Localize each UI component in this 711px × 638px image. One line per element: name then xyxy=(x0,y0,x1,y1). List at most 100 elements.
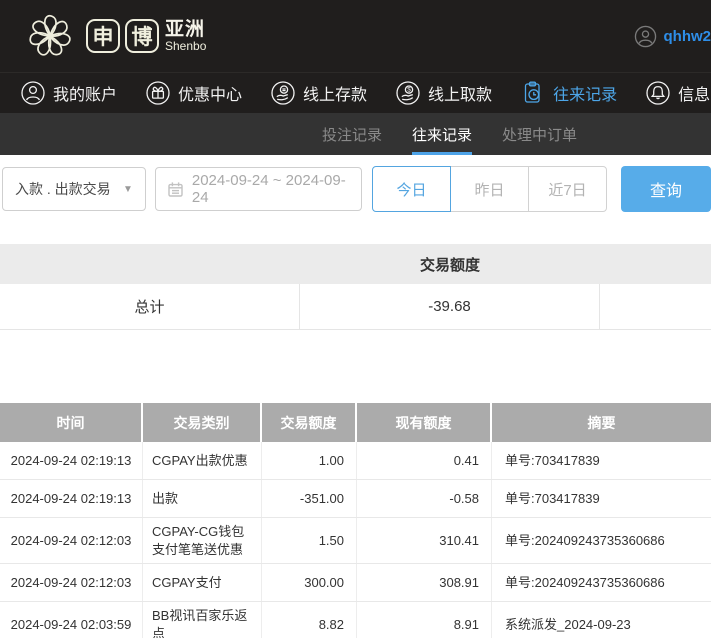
nav-item-transaction-records[interactable]: 往来记录 xyxy=(520,80,617,106)
cell-category: CGPAY-CG钱包支付笔笔送优惠 xyxy=(143,518,262,563)
user-icon xyxy=(20,80,46,106)
col-header-time: 时间 xyxy=(0,403,143,442)
tab-label: 投注记录 xyxy=(322,124,382,145)
withdraw-icon: $ xyxy=(395,80,421,106)
cell-category: 出款 xyxy=(143,480,262,517)
user-account[interactable]: qhhw2 xyxy=(634,25,711,48)
svg-text:$: $ xyxy=(407,87,411,94)
nav-label: 线上存款 xyxy=(303,81,367,105)
nav-label: 线上取款 xyxy=(428,81,492,105)
cell-summary: 系统派发_2024-09-23 xyxy=(492,602,711,638)
tab-betting-records[interactable]: 投注记录 xyxy=(322,113,382,155)
logo-subtitle: Shenbo xyxy=(165,40,206,53)
button-label: 昨日 xyxy=(474,179,504,200)
table-row: 2024-09-24 02:03:59 BB视讯百家乐返点 8.82 8.91 … xyxy=(0,602,711,638)
col-header-summary: 摘要 xyxy=(492,403,711,442)
button-label: 今日 xyxy=(396,179,426,200)
tab-pending-orders[interactable]: 处理中订单 xyxy=(502,113,577,155)
chevron-down-icon: ▼ xyxy=(123,184,133,195)
cell-category: CGPAY出款优惠 xyxy=(143,442,262,479)
table-row: 2024-09-24 02:12:03 CGPAY支付 300.00 308.9… xyxy=(0,564,711,602)
cell-balance: 0.41 xyxy=(357,442,492,479)
table-row: 2024-09-24 02:19:13 出款 -351.00 -0.58 单号:… xyxy=(0,480,711,518)
deposit-icon xyxy=(270,80,296,106)
dropdown-value: 入款 . 出款交易 xyxy=(15,179,111,199)
records-icon xyxy=(520,80,546,106)
cell-time: 2024-09-24 02:19:13 xyxy=(0,480,143,517)
nav-item-my-account[interactable]: 我的账户 xyxy=(20,80,117,106)
summary-total-row: 总计 -39.68 xyxy=(0,284,711,330)
quick-date-button-group: 今日 昨日 近7日 xyxy=(372,166,607,212)
nav-label: 信息 xyxy=(678,81,710,105)
nav-item-deposit[interactable]: 线上存款 xyxy=(270,80,367,106)
sub-nav: 投注记录 往来记录 处理中订单 xyxy=(0,113,711,155)
cell-amount: -351.00 xyxy=(262,480,357,517)
cell-amount: 1.50 xyxy=(262,518,357,563)
table-row: 2024-09-24 02:19:13 CGPAY出款优惠 1.00 0.41 … xyxy=(0,442,711,480)
main-nav: 我的账户 优惠中心 线上存款 $ xyxy=(0,72,711,113)
summary-header-label: 交易额度 xyxy=(300,254,600,275)
page: 申 博 亚洲 Shenbo qhhw2 我的账户 xyxy=(0,0,711,638)
nav-label: 优惠中心 xyxy=(178,81,242,105)
last7days-button[interactable]: 近7日 xyxy=(528,166,607,212)
date-range-value: 2024-09-24 ~ 2024-09-24 xyxy=(192,172,350,206)
tab-transaction-records[interactable]: 往来记录 xyxy=(412,113,472,155)
nav-item-promotions[interactable]: 优惠中心 xyxy=(145,80,242,106)
cell-summary: 单号:202409243735360686 xyxy=(492,518,711,563)
summary-header-row: 交易额度 xyxy=(0,244,711,284)
summary-table: 交易额度 总计 -39.68 xyxy=(0,244,711,330)
user-avatar-icon xyxy=(634,25,657,48)
summary-total-value: -39.68 xyxy=(300,284,600,329)
logo-characters: 申 博 xyxy=(86,19,159,53)
logo-char-1: 申 xyxy=(86,19,120,53)
search-button[interactable]: 查询 xyxy=(621,166,711,212)
cell-amount: 1.00 xyxy=(262,442,357,479)
cell-amount: 8.82 xyxy=(262,602,357,638)
bell-icon xyxy=(645,80,671,106)
summary-row-label: 总计 xyxy=(0,284,300,329)
logo-char-2: 博 xyxy=(125,19,159,53)
nav-item-messages[interactable]: 信息 xyxy=(645,80,710,106)
summary-empty-cell xyxy=(600,284,711,329)
cell-time: 2024-09-24 02:12:03 xyxy=(0,518,143,563)
cell-balance: 8.91 xyxy=(357,602,492,638)
brand-logo[interactable]: 申 博 亚洲 Shenbo xyxy=(0,10,206,62)
cell-balance: 308.91 xyxy=(357,564,492,601)
filter-bar: 入款 . 出款交易 ▼ 2024-09-24 ~ 2024-09-24 今日 昨… xyxy=(0,155,711,223)
transactions-table: 时间 交易类别 交易额度 现有额度 摘要 2024-09-24 02:19:13… xyxy=(0,403,711,638)
top-header: 申 博 亚洲 Shenbo qhhw2 xyxy=(0,0,711,72)
gift-icon xyxy=(145,80,171,106)
logo-region: 亚洲 xyxy=(165,20,206,40)
cell-summary: 单号:202409243735360686 xyxy=(492,564,711,601)
cell-time: 2024-09-24 02:19:13 xyxy=(0,442,143,479)
nav-label: 往来记录 xyxy=(553,81,617,105)
cell-summary: 单号:703417839 xyxy=(492,480,711,517)
table-header-row: 时间 交易类别 交易额度 现有额度 摘要 xyxy=(0,403,711,442)
logo-text: 亚洲 Shenbo xyxy=(165,20,206,53)
button-label: 近7日 xyxy=(548,179,586,200)
username[interactable]: qhhw2 xyxy=(664,28,711,45)
nav-label: 我的账户 xyxy=(53,81,117,105)
transaction-type-dropdown[interactable]: 入款 . 出款交易 ▼ xyxy=(2,167,146,211)
col-header-category: 交易类别 xyxy=(143,403,262,442)
cell-balance: -0.58 xyxy=(357,480,492,517)
flower-logo-icon xyxy=(24,10,76,62)
yesterday-button[interactable]: 昨日 xyxy=(450,166,529,212)
tab-label: 往来记录 xyxy=(412,124,472,145)
cell-time: 2024-09-24 02:12:03 xyxy=(0,564,143,601)
nav-item-withdraw[interactable]: $ 线上取款 xyxy=(395,80,492,106)
col-header-amount: 交易额度 xyxy=(262,403,357,442)
tab-label: 处理中订单 xyxy=(502,124,577,145)
col-header-balance: 现有额度 xyxy=(357,403,492,442)
search-button-label: 查询 xyxy=(650,177,682,201)
cell-time: 2024-09-24 02:03:59 xyxy=(0,602,143,638)
date-range-input[interactable]: 2024-09-24 ~ 2024-09-24 xyxy=(155,167,362,211)
today-button[interactable]: 今日 xyxy=(372,166,451,212)
cell-amount: 300.00 xyxy=(262,564,357,601)
cell-category: BB视讯百家乐返点 xyxy=(143,602,262,638)
table-row: 2024-09-24 02:12:03 CGPAY-CG钱包支付笔笔送优惠 1.… xyxy=(0,518,711,564)
cell-summary: 单号:703417839 xyxy=(492,442,711,479)
cell-balance: 310.41 xyxy=(357,518,492,563)
cell-category: CGPAY支付 xyxy=(143,564,262,601)
calendar-icon xyxy=(167,181,184,198)
